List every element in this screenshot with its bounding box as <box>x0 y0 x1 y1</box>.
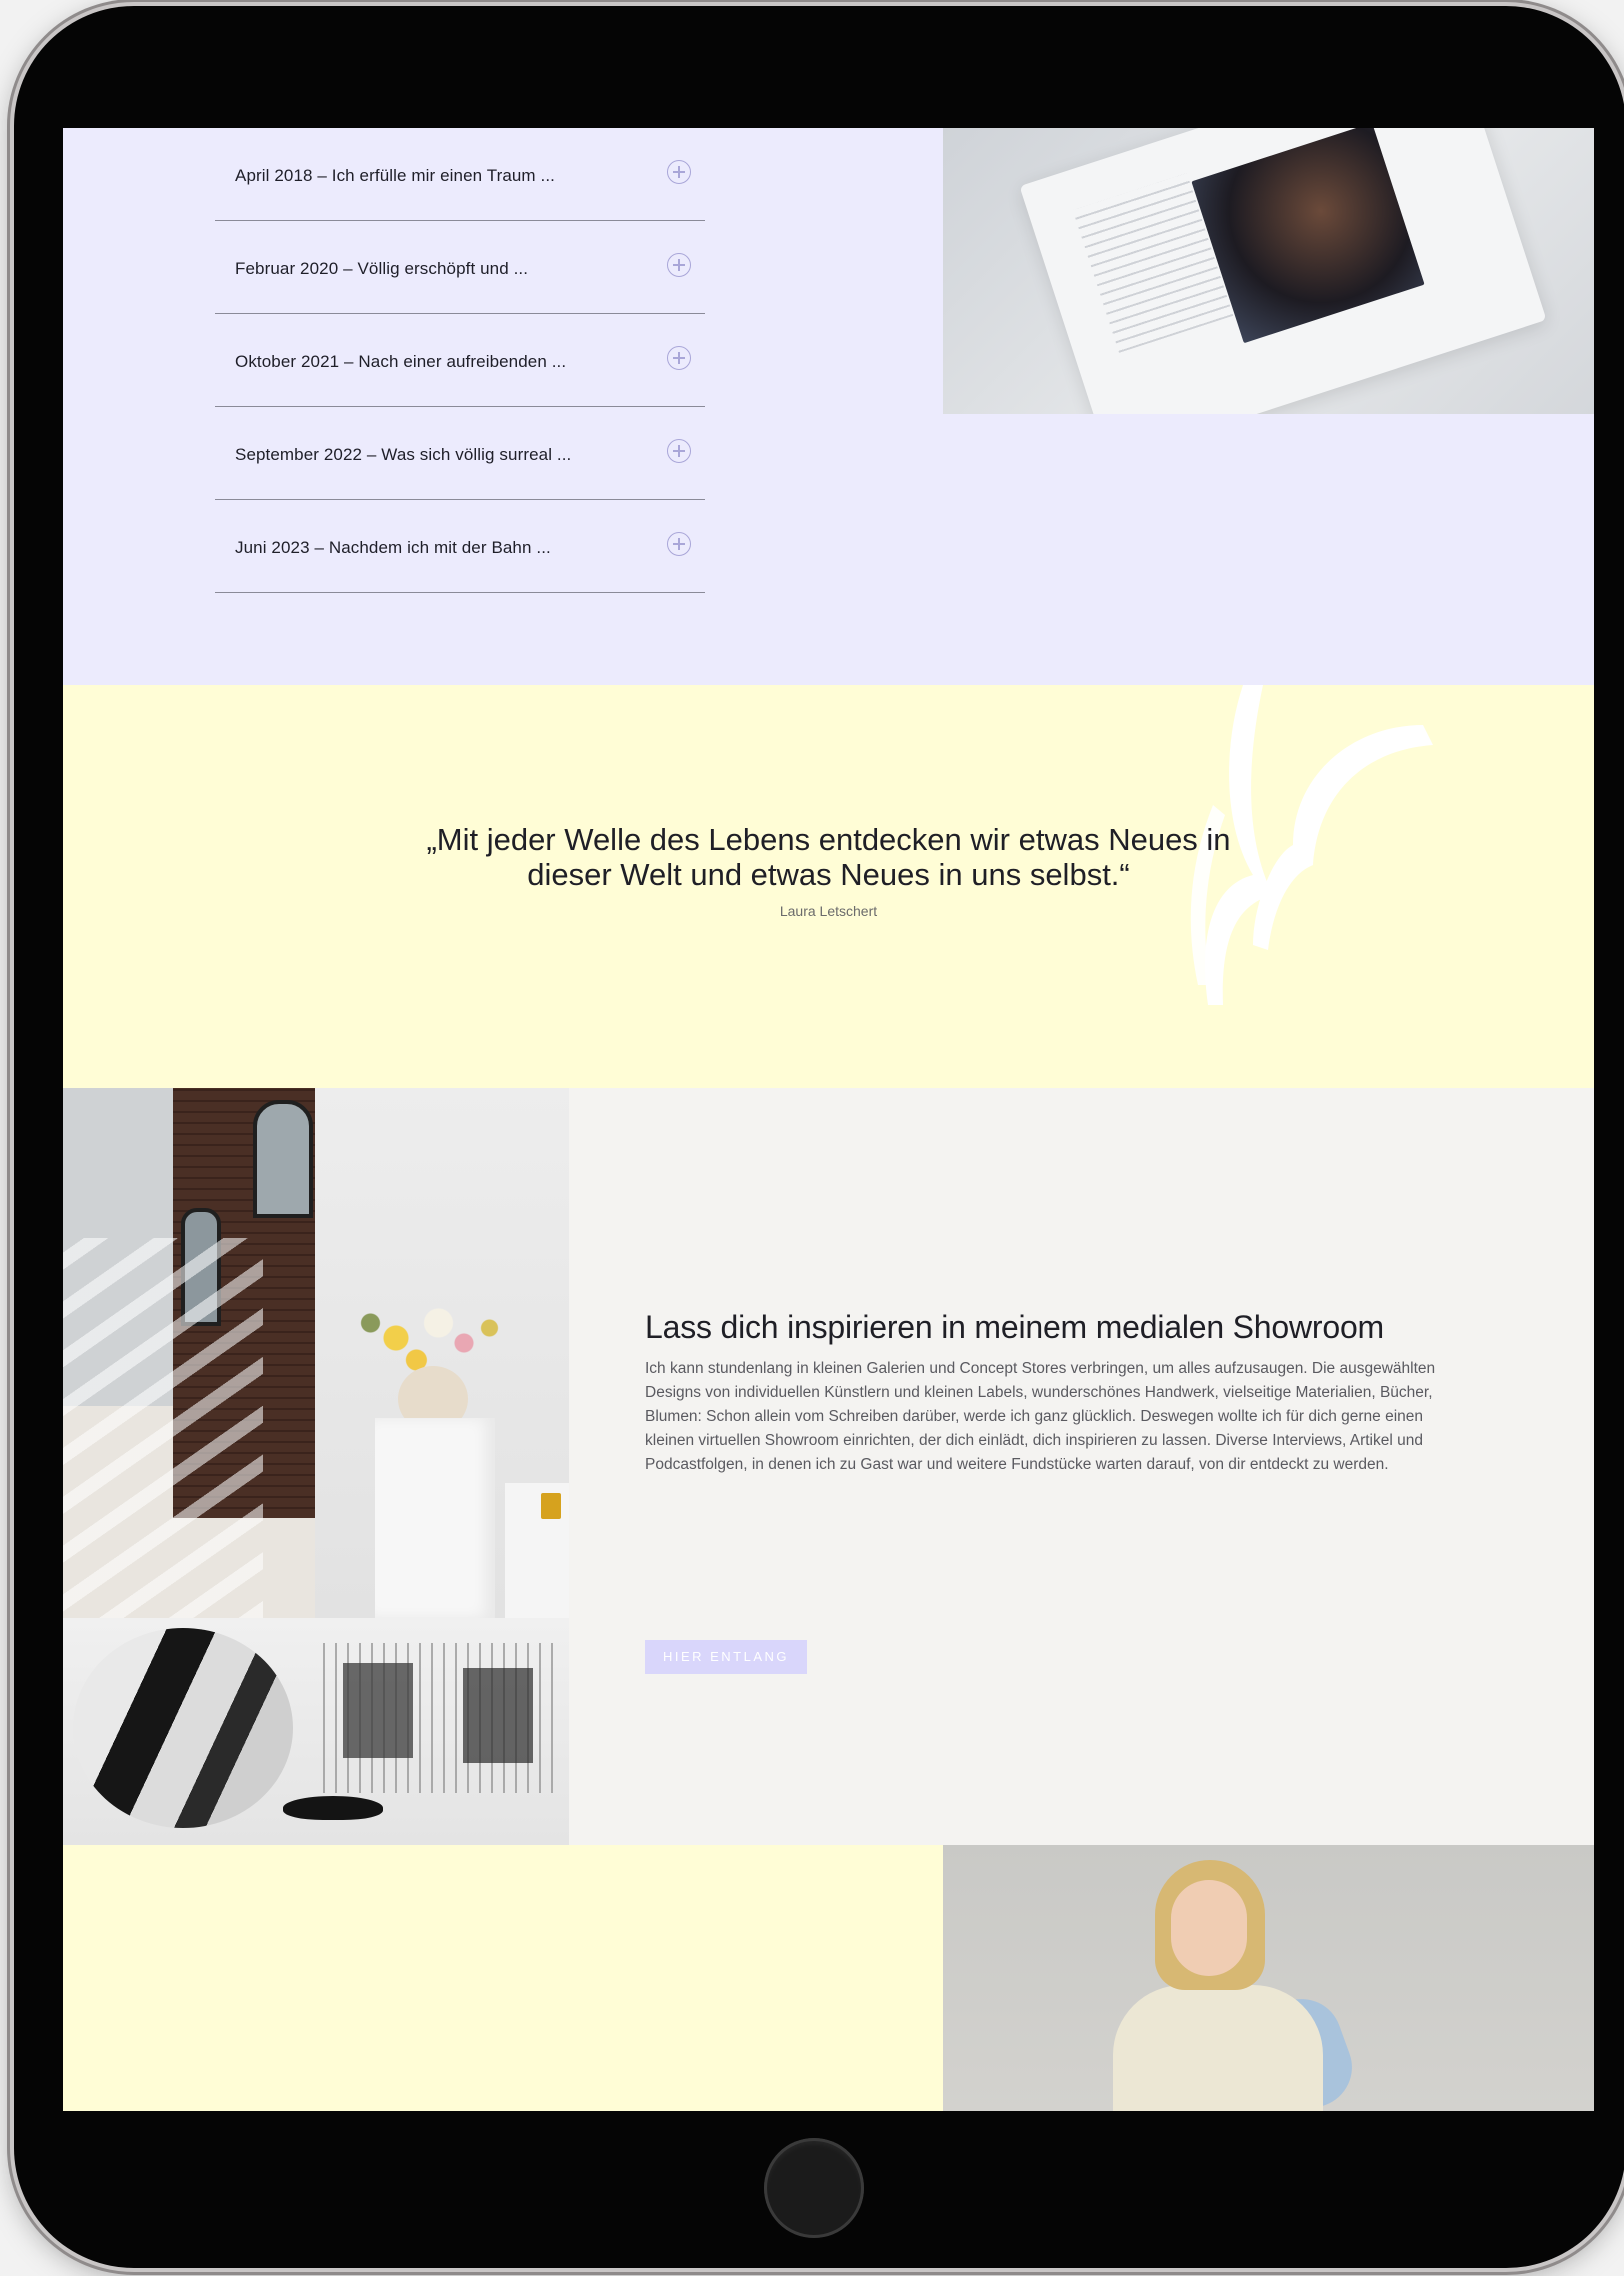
vase-flowers-photo <box>315 1088 569 1618</box>
quote-section: „Mit jeder Welle des Lebens entdecken wi… <box>63 685 1594 1088</box>
accordion-item[interactable]: Oktober 2021 – Nach einer aufreibenden .… <box>215 314 705 407</box>
tablet-screen: April 2018 – Ich erfülle mir einen Traum… <box>63 128 1594 2111</box>
arched-window <box>253 1100 313 1218</box>
magazine-photo <box>943 128 1594 414</box>
quote-text: „Mit jeder Welle des Lebens entdecken wi… <box>63 822 1594 892</box>
plus-circle-icon[interactable] <box>667 160 691 184</box>
mirror-shoes-photo <box>63 1618 569 1845</box>
pedestal <box>375 1418 495 1618</box>
accordion-item-label: Oktober 2021 – Nach einer aufreibenden .… <box>235 352 567 371</box>
quote-line: dieser Welt und etwas Neues in uns selbs… <box>527 857 1130 892</box>
home-button[interactable] <box>764 2138 864 2238</box>
face <box>1171 1880 1247 1976</box>
light-stripes <box>63 1238 263 1618</box>
loft-gallery-photo <box>63 1088 315 1618</box>
portrait-photo <box>943 1845 1594 2111</box>
tablet-frame: April 2018 – Ich erfülle mir einen Traum… <box>14 6 1624 2268</box>
showroom-title: Lass dich inspirieren in meinem medialen… <box>645 1309 1384 1345</box>
timeline-accordion: April 2018 – Ich erfülle mir einen Traum… <box>215 128 705 593</box>
showroom-section: Lass dich inspirieren in meinem medialen… <box>63 1088 1594 1845</box>
accordion-item[interactable]: April 2018 – Ich erfülle mir einen Traum… <box>215 128 705 221</box>
timeline-section: April 2018 – Ich erfülle mir einen Traum… <box>63 128 1594 685</box>
here-along-button[interactable]: HIER ENTLANG <box>645 1640 807 1674</box>
accordion-item-label: April 2018 – Ich erfülle mir einen Traum… <box>235 166 555 185</box>
accordion-item-label: Juni 2023 – Nachdem ich mit der Bahn ... <box>235 538 551 557</box>
plus-circle-icon[interactable] <box>667 532 691 556</box>
accordion-item-label: September 2022 – Was sich völlig surreal… <box>235 445 572 464</box>
accordion-item[interactable]: September 2022 – Was sich völlig surreal… <box>215 407 705 500</box>
blazer <box>1113 1985 1323 2111</box>
showroom-description: Ich kann stundenlang in kleinen Galerien… <box>645 1360 1436 1473</box>
accordion-item[interactable]: Februar 2020 – Völlig erschöpft und ... <box>215 221 705 314</box>
plus-circle-icon[interactable] <box>667 439 691 463</box>
quote-author: Laura Letschert <box>779 903 878 919</box>
magazine <box>463 1668 533 1763</box>
magazine <box>343 1663 413 1758</box>
black-shoe <box>283 1796 383 1820</box>
portrait-section <box>63 1845 1594 2111</box>
plus-circle-icon[interactable] <box>667 346 691 370</box>
plus-circle-icon[interactable] <box>667 253 691 277</box>
round-mirror <box>73 1628 293 1828</box>
quote-line: „Mit jeder Welle des Lebens entdecken wi… <box>426 822 1231 857</box>
yellow-cup <box>541 1493 561 1519</box>
accordion-item[interactable]: Juni 2023 – Nachdem ich mit der Bahn ... <box>215 500 705 593</box>
accordion-item-label: Februar 2020 – Völlig erschöpft und ... <box>235 259 529 278</box>
